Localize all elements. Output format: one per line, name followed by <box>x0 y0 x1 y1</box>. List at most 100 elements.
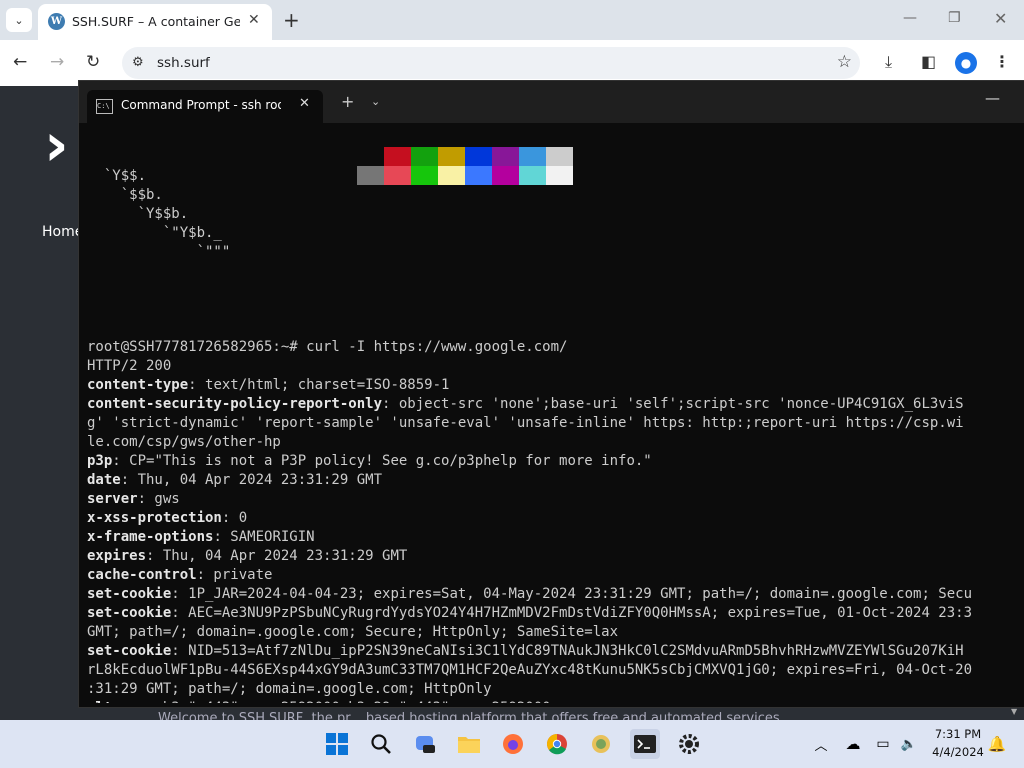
terminal-line-key: x-xss-protection <box>87 510 222 526</box>
side-panel-icon[interactable]: ◧ <box>921 52 936 71</box>
terminal-line-value: g' 'strict-dynamic' 'report-sample' 'uns… <box>87 415 964 431</box>
color-swatch <box>465 147 492 166</box>
file-explorer-icon[interactable] <box>454 729 484 759</box>
url-text[interactable]: ssh.surf <box>157 55 210 71</box>
color-swatch <box>384 166 411 185</box>
terminal-line-value: le.com/csp/gws/other-hp <box>87 434 281 450</box>
terminal-line: content-type: text/html; charset=ISO-885… <box>87 376 1017 395</box>
chevron-right-icon: › <box>44 110 69 180</box>
terminal-tab[interactable]: C:\ Command Prompt - ssh root@ ✕ <box>87 90 323 123</box>
terminal-line-key: content-security-policy-report-only <box>87 396 383 412</box>
terminal-line-key: set-cookie <box>87 643 172 659</box>
terminal-line-value: HTTP/2 200 <box>87 358 172 374</box>
terminal-line: p3p: CP="This is not a P3P policy! See g… <box>87 452 1017 471</box>
color-swatch <box>384 147 411 166</box>
terminal-line-value: : SAMEORIGIN <box>213 529 315 545</box>
terminal-line-value: : private <box>196 567 273 583</box>
clock-time[interactable]: 7:31 PM <box>934 727 982 741</box>
terminal-line: alt-svc: h3=":443"; ma=2592000,h3-29=":4… <box>87 699 1017 703</box>
terminal-window[interactable]: C:\ Command Prompt - ssh root@ ✕ + ⌄ — `… <box>78 80 1024 716</box>
terminal-line-value: : Thu, 04 Apr 2024 23:31:29 GMT <box>146 548 408 564</box>
terminal-line-key: root@SSH77781726582965:~# curl -I https:… <box>87 339 568 355</box>
new-tab-icon[interactable]: + <box>283 8 300 32</box>
terminal-line: expires: Thu, 04 Apr 2024 23:31:29 GMT <box>87 547 1017 566</box>
terminal-lines: root@SSH77781726582965:~# curl -I https:… <box>87 319 1017 703</box>
tab-close-icon[interactable]: ✕ <box>248 12 260 28</box>
show-hidden-icons-chevron-icon[interactable]: ︿ <box>806 729 836 759</box>
bookmark-star-icon[interactable]: ☆ <box>837 52 852 72</box>
app-icon[interactable] <box>586 729 616 759</box>
terminal-line: content-security-policy-report-only: obj… <box>87 395 1017 414</box>
windows-start-icon[interactable] <box>322 729 352 759</box>
color-swatch <box>411 166 438 185</box>
ascii-art-line: `Y$$b. <box>87 206 189 222</box>
terminal-line-value: GMT; path=/; domain=.google.com; Secure;… <box>87 624 619 640</box>
terminal-icon[interactable] <box>630 729 660 759</box>
more-menu-icon[interactable]: ⋮ <box>994 52 1010 71</box>
address-bar[interactable]: ⚙ ssh.surf ☆ <box>122 47 860 79</box>
download-icon[interactable]: ⤓ <box>885 52 892 72</box>
terminal-line-value: rL8kEcduolWF1pBu-44S6EXsp44xGY9dA3umC33T… <box>87 662 973 678</box>
color-swatch <box>357 166 384 185</box>
chrome-icon[interactable] <box>542 729 572 759</box>
notification-bell-icon[interactable]: 🔔 <box>982 729 1012 759</box>
terminal-line: set-cookie: AEC=Ae3NU9PzPSbuNCyRugrdYyds… <box>87 604 1017 623</box>
terminal-line: HTTP/2 200 <box>87 357 1017 376</box>
clock-date[interactable]: 4/4/2024 <box>930 745 986 759</box>
terminal-line-value: : Thu, 04 Apr 2024 23:31:29 GMT <box>120 472 383 488</box>
color-swatch <box>465 166 492 185</box>
tab-title: SSH.SURF – A container Genera <box>72 14 240 29</box>
forward-arrow-icon[interactable]: → <box>50 52 64 72</box>
terminal-new-tab-icon[interactable]: + <box>341 92 354 111</box>
settings-gear-icon[interactable] <box>674 729 704 759</box>
terminal-line-key: date <box>87 472 121 488</box>
terminal-tab-close-icon[interactable]: ✕ <box>299 96 310 111</box>
search-icon[interactable] <box>366 729 396 759</box>
terminal-line-key: p3p <box>87 453 113 469</box>
terminal-line-key: x-frame-options <box>87 529 214 545</box>
close-window-icon[interactable]: ✕ <box>994 9 1007 28</box>
terminal-line-key: cache-control <box>87 567 197 583</box>
terminal-tab-title: Command Prompt - ssh root@ <box>121 98 281 112</box>
profile-avatar-icon[interactable]: ● <box>955 52 977 74</box>
scroll-down-icon[interactable]: ▼ <box>1011 707 1017 716</box>
terminal-line: set-cookie: 1P_JAR=2024-04-04-23; expire… <box>87 585 1017 604</box>
terminal-line-value: : gws <box>137 491 180 507</box>
terminal-line-value: : text/html; charset=ISO-8859-1 <box>188 377 450 393</box>
tab-search-chevron-icon[interactable]: ⌄ <box>6 8 32 32</box>
terminal-output[interactable]: `Y$$. `$$b. `Y$$b. `"Y$b._ `""" root@SSH… <box>87 129 1017 703</box>
browser-tab[interactable]: W SSH.SURF – A container Genera ✕ <box>38 4 272 40</box>
reload-icon[interactable]: ↻ <box>86 52 100 72</box>
terminal-line-key: set-cookie <box>87 605 172 621</box>
terminal-line: le.com/csp/gws/other-hp <box>87 433 1017 452</box>
terminal-dropdown-icon[interactable]: ⌄ <box>371 95 380 108</box>
firefox-icon[interactable] <box>498 729 528 759</box>
color-swatch <box>546 147 573 166</box>
color-swatch <box>519 166 546 185</box>
color-swatch <box>438 166 465 185</box>
color-swatch <box>546 166 573 185</box>
network-cloud-icon[interactable]: ☁ <box>838 729 868 759</box>
terminal-line: g' 'strict-dynamic' 'report-sample' 'uns… <box>87 414 1017 433</box>
minimize-icon[interactable]: — <box>903 10 917 26</box>
color-swatch <box>438 147 465 166</box>
terminal-line: server: gws <box>87 490 1017 509</box>
back-arrow-icon[interactable]: ← <box>13 52 27 72</box>
site-info-icon[interactable]: ⚙ <box>132 55 144 70</box>
terminal-line: GMT; path=/; domain=.google.com; Secure;… <box>87 623 1017 642</box>
terminal-minimize-icon[interactable]: — <box>985 89 1000 107</box>
restore-icon[interactable]: ❐ <box>948 10 961 26</box>
color-swatch <box>357 147 384 166</box>
terminal-line: set-cookie: NID=513=Atf7zNlDu_ipP2SN39ne… <box>87 642 1017 661</box>
color-swatch <box>411 147 438 166</box>
copilot-icon[interactable] <box>410 729 440 759</box>
terminal-line-key: expires <box>87 548 147 564</box>
volume-mute-icon[interactable]: 🔈 <box>894 729 924 759</box>
terminal-titlebar: C:\ Command Prompt - ssh root@ ✕ + ⌄ — <box>79 81 1024 123</box>
terminal-line: :31:29 GMT; path=/; domain=.google.com; … <box>87 680 1017 699</box>
terminal-line-key: server <box>87 491 138 507</box>
terminal-line-value: : 0 <box>221 510 248 526</box>
windows-taskbar: ︿ ☁ ▭ 🔈 7:31 PM 4/4/2024 🔔 <box>0 720 1024 768</box>
terminal-line-value: : CP="This is not a P3P policy! See g.co… <box>112 453 652 469</box>
